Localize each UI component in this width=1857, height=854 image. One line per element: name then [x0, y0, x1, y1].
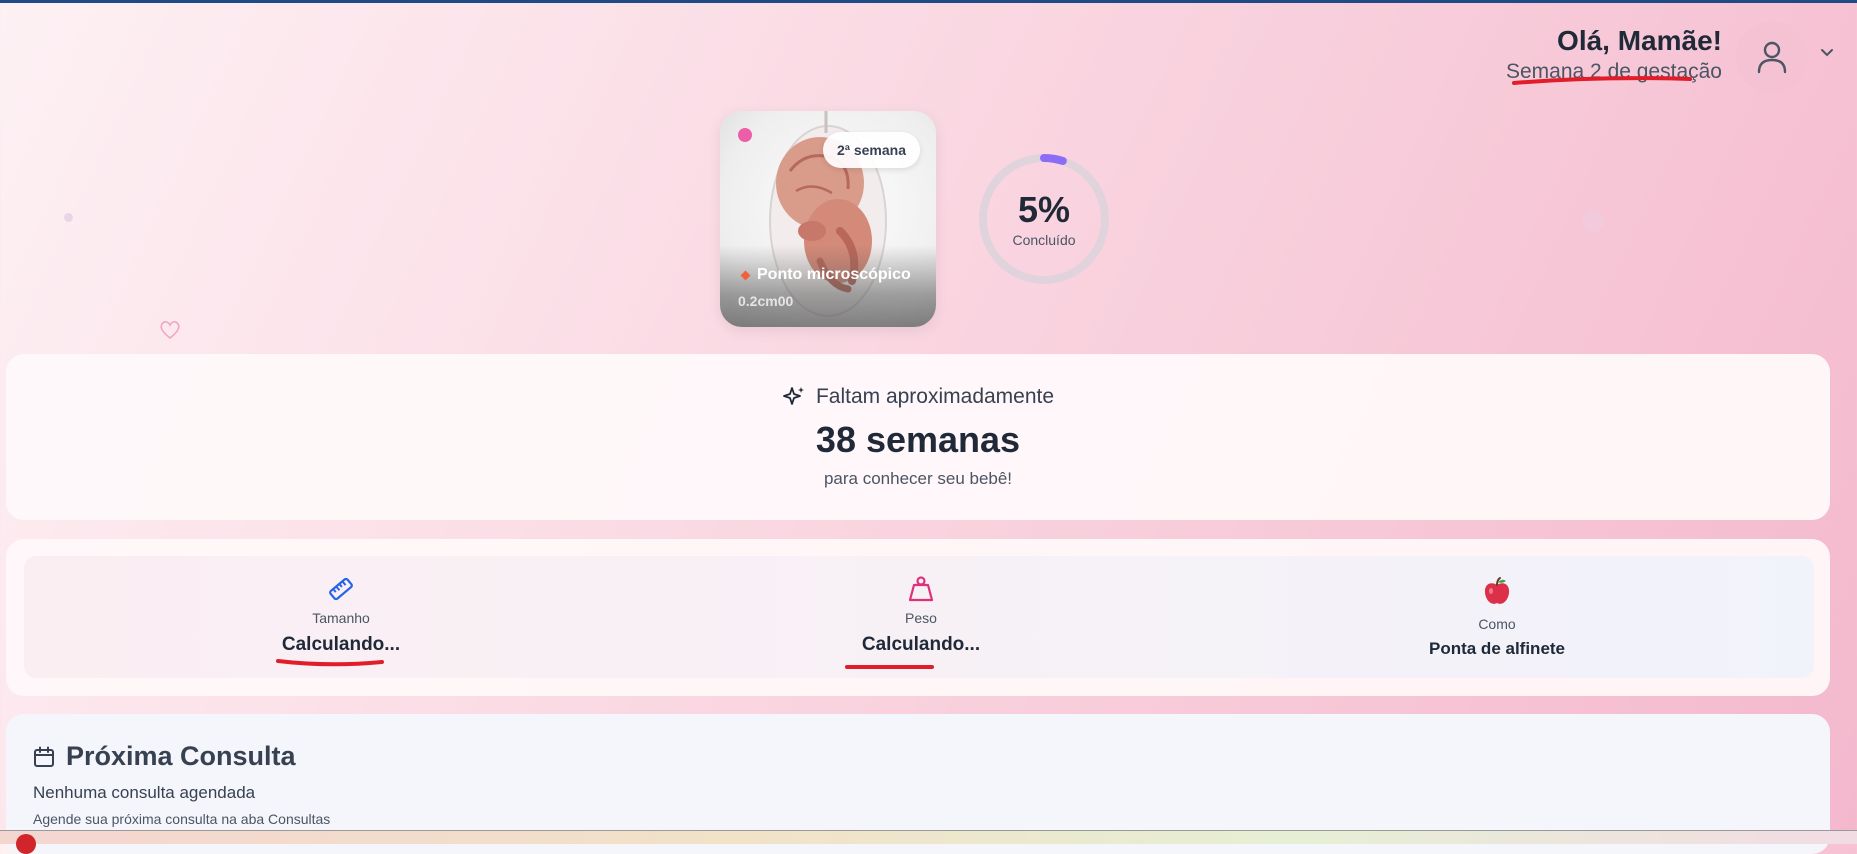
status-dot [738, 128, 752, 142]
greeting-title: Olá, Mamãe! [1557, 25, 1722, 56]
annotation-underline-week [1512, 76, 1692, 85]
ruler-icon [329, 577, 353, 601]
countdown-heading: Faltam aproximadamente [815, 385, 1055, 408]
consultation-empty-text: Nenhuma consulta agendada [33, 783, 256, 802]
stat-weight: Peso Calculando... [811, 556, 1031, 656]
weeks-remaining: 38 semanas [815, 419, 1021, 460]
stat-weight-label: Peso [905, 610, 937, 626]
progress-ring-label: 5% Concluído [977, 152, 1111, 286]
card-caption-overlay [720, 245, 936, 327]
consultation-hint: Agende sua próxima consulta na aba Consu… [33, 811, 331, 827]
decorative-dot [64, 213, 73, 222]
browser-top-edge [0, 0, 1857, 3]
decorative-dot [1582, 210, 1604, 232]
apple-icon [1484, 577, 1510, 604]
stat-weight-value: Calculando... [861, 634, 981, 655]
size-comparison-text: Ponto microscópico [757, 266, 911, 283]
os-taskbar [0, 830, 1857, 854]
stat-size-value: Calculando... [281, 634, 401, 655]
weight-icon [908, 576, 934, 602]
countdown-card: Faltam aproximadamente 38 semanas para c… [6, 354, 1830, 520]
stat-comparison-label: Como [1478, 616, 1516, 632]
heart-icon [160, 321, 180, 340]
stat-size-label: Tamanho [312, 610, 370, 626]
sparkles-icon [783, 387, 804, 405]
consultation-heading: Próxima Consulta [32, 741, 296, 772]
user-avatar-button[interactable] [1736, 21, 1808, 93]
progress-caption: Concluído [1012, 232, 1076, 248]
user-icon [1757, 41, 1787, 74]
countdown-heading-row: Faltam aproximadamente [6, 385, 1830, 409]
chevron-down-icon[interactable] [1820, 48, 1834, 58]
progress-percent: 5% [1017, 189, 1071, 230]
stat-comparison-value: Ponta de alfinete [1428, 639, 1566, 658]
calendar-icon [34, 746, 54, 767]
size-value: 0.2cm00 [738, 293, 794, 309]
annotation-underline-weight [845, 665, 934, 669]
week-badge: 2ª semana [823, 132, 921, 168]
stat-size: Tamanho Calculando... [231, 556, 451, 656]
baby-development-card[interactable]: 2ª semana Ponto microscópico 0.2cm00 [720, 111, 936, 327]
taskbar-app-icon[interactable] [16, 834, 36, 854]
diamond-icon [740, 270, 751, 280]
stat-comparison: Como Ponta de alfinete [1387, 556, 1607, 659]
consultation-title: Próxima Consulta [66, 741, 296, 771]
annotation-underline-size [276, 659, 384, 667]
size-comparison-label: Ponto microscópico [740, 266, 911, 284]
countdown-subtext: para conhecer seu bebê! [823, 469, 1013, 488]
